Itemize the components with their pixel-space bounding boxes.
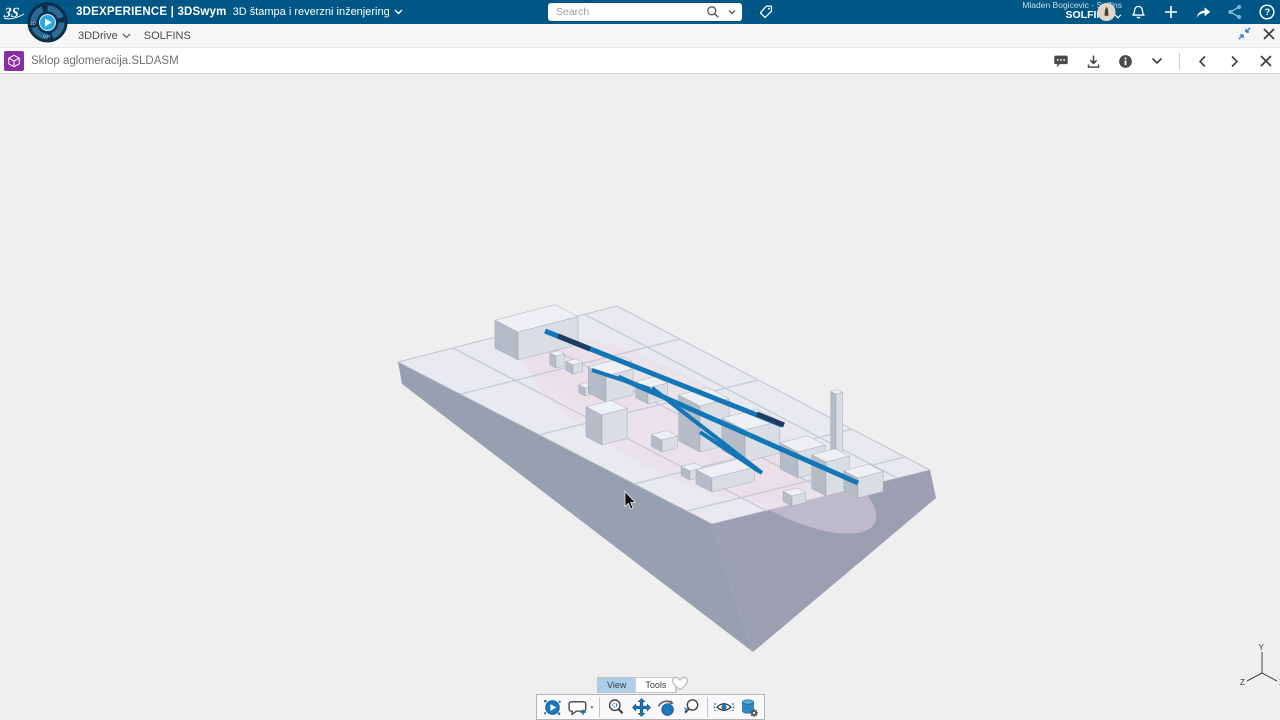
rotate-icon[interactable]	[654, 696, 678, 718]
breadcrumb-bar: 3DDrive SOLFINS	[0, 24, 1280, 48]
view-mode-glyph	[713, 697, 735, 717]
axis-triad	[1247, 652, 1277, 681]
share-arrow-glyph	[1194, 3, 1212, 21]
chevron-right-glyph	[1230, 55, 1239, 68]
share-network-icon[interactable]	[1225, 3, 1244, 22]
collapse-icon[interactable]	[1237, 26, 1252, 46]
dassault-logo: 3S	[2, 0, 28, 24]
axis-label-y: Y	[1259, 643, 1265, 652]
viewer-toolbar	[536, 694, 765, 720]
comment-add-glyph	[567, 697, 594, 718]
drive-label: 3DDrive	[78, 30, 118, 42]
add-content-icon[interactable]	[1161, 3, 1180, 22]
top-app-bar: 3S 3D V.R 3DEXPERIENCE | 3DSwym 3D štamp…	[0, 0, 1280, 24]
heart-icon[interactable]	[671, 676, 689, 696]
breadcrumb: 3DDrive SOLFINS	[78, 24, 191, 48]
close-glyph	[1259, 54, 1273, 68]
info-glyph	[1117, 53, 1134, 70]
close-document-icon[interactable]	[1256, 51, 1276, 71]
document-3d-icon	[4, 51, 24, 71]
search-icon[interactable]	[705, 4, 721, 20]
heart-glyph	[671, 676, 689, 691]
view-mode-icon[interactable]	[712, 696, 736, 718]
viewer-tabstrip: View Tools	[597, 677, 677, 693]
play-3d-glyph	[542, 697, 563, 718]
tag-glyph	[757, 4, 774, 21]
divider	[599, 697, 600, 717]
avatar-glyph	[1097, 2, 1116, 22]
document-bar: Sklop aglomeracija.SLDASM	[0, 48, 1280, 74]
brand-title: 3DEXPERIENCE | 3DSwym	[76, 6, 227, 18]
close-glyph	[1262, 27, 1276, 41]
chevron-left-glyph	[1198, 55, 1207, 68]
chevron-down-glyph	[1151, 57, 1163, 65]
close-widget-icon[interactable]	[1262, 27, 1276, 46]
dassault-logo-glyph: 3S	[2, 0, 28, 24]
svg-text:V.R: V.R	[43, 34, 51, 39]
cube-glyph	[7, 54, 21, 68]
tag-icon[interactable]	[755, 3, 775, 21]
collapse-glyph	[1237, 26, 1252, 41]
model-scene: Y Z X	[0, 74, 1280, 720]
divider	[707, 697, 708, 717]
viewer-canvas[interactable]: Y Z X View Tools	[0, 74, 1280, 720]
document-title: Sklop aglomeracija.SLDASM	[31, 48, 179, 74]
search-input[interactable]	[556, 6, 705, 18]
search-chevron-down-icon[interactable]	[726, 6, 738, 18]
pan-icon[interactable]	[629, 696, 653, 718]
zoom-area-glyph	[681, 697, 701, 717]
next-icon[interactable]	[1224, 51, 1244, 71]
svg-text:?: ?	[1264, 7, 1270, 17]
breadcrumb-org[interactable]: SOLFINS	[144, 30, 191, 42]
divider	[1179, 53, 1180, 69]
comment-add-icon[interactable]	[565, 696, 595, 718]
rotate-glyph	[656, 697, 677, 718]
zoom-glyph	[606, 697, 626, 717]
svg-text:3D: 3D	[30, 21, 37, 26]
plus-glyph	[1163, 4, 1179, 20]
comments-icon[interactable]	[1051, 51, 1071, 71]
share-arrow-icon[interactable]	[1193, 3, 1212, 22]
compass-glyph: 3D V.R	[27, 2, 68, 43]
play-3d-icon[interactable]	[540, 696, 564, 718]
comment-glyph	[1052, 52, 1070, 70]
avatar[interactable]	[1097, 3, 1116, 22]
download-icon[interactable]	[1083, 51, 1103, 71]
help-glyph: ?	[1258, 3, 1276, 21]
zoom-icon[interactable]	[604, 696, 628, 718]
drive-menu[interactable]: 3DDrive	[78, 30, 131, 42]
bell-glyph	[1130, 4, 1147, 21]
notifications-bell-icon[interactable]	[1129, 3, 1148, 22]
data-settings-glyph	[739, 697, 759, 718]
download-glyph	[1085, 53, 1102, 70]
community-name: 3D štampa i reverzni inženjering	[233, 6, 390, 18]
info-icon[interactable]	[1115, 51, 1135, 71]
drive-chevron-down-icon	[122, 33, 131, 39]
more-actions-chevron-icon[interactable]	[1147, 51, 1167, 71]
prev-icon[interactable]	[1192, 51, 1212, 71]
help-icon[interactable]: ?	[1257, 3, 1276, 22]
tab-view[interactable]: View	[598, 678, 636, 692]
axis-label-z: Z	[1240, 678, 1245, 687]
compass-icon[interactable]: 3D V.R	[27, 2, 68, 43]
global-search[interactable]	[548, 3, 742, 21]
data-settings-icon[interactable]	[737, 696, 761, 718]
share-network-glyph	[1226, 3, 1244, 21]
chevron-down-icon	[394, 9, 403, 15]
zoom-area-icon[interactable]	[679, 696, 703, 718]
community-switcher[interactable]: 3D štampa i reverzni inženjering	[233, 6, 403, 18]
pan-glyph	[631, 697, 652, 718]
